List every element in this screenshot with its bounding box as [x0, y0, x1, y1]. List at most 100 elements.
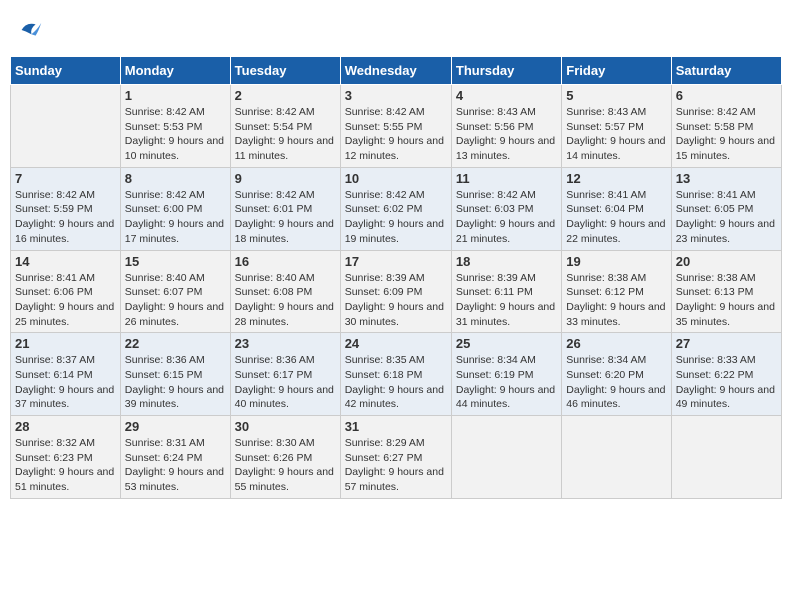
- day-info: Sunrise: 8:30 AMSunset: 6:26 PMDaylight:…: [235, 436, 336, 495]
- header-monday: Monday: [120, 57, 230, 85]
- day-number: 27: [676, 336, 777, 351]
- day-number: 8: [125, 171, 226, 186]
- day-info: Sunrise: 8:36 AMSunset: 6:17 PMDaylight:…: [235, 353, 336, 412]
- day-cell: 29 Sunrise: 8:31 AMSunset: 6:24 PMDayligh…: [120, 416, 230, 499]
- day-number: 23: [235, 336, 336, 351]
- day-number: 10: [345, 171, 447, 186]
- day-info: Sunrise: 8:42 AMSunset: 6:03 PMDaylight:…: [456, 188, 557, 247]
- day-cell: 10 Sunrise: 8:42 AMSunset: 6:02 PMDayligh…: [340, 167, 451, 250]
- day-number: 29: [125, 419, 226, 434]
- day-info: Sunrise: 8:38 AMSunset: 6:13 PMDaylight:…: [676, 271, 777, 330]
- day-number: 19: [566, 254, 666, 269]
- day-cell: 1 Sunrise: 8:42 AMSunset: 5:53 PMDaylight…: [120, 85, 230, 168]
- day-number: 11: [456, 171, 557, 186]
- day-cell: 22 Sunrise: 8:36 AMSunset: 6:15 PMDayligh…: [120, 333, 230, 416]
- header-friday: Friday: [562, 57, 671, 85]
- day-number: 18: [456, 254, 557, 269]
- day-info: Sunrise: 8:38 AMSunset: 6:12 PMDaylight:…: [566, 271, 666, 330]
- day-number: 21: [15, 336, 116, 351]
- day-info: Sunrise: 8:42 AMSunset: 6:00 PMDaylight:…: [125, 188, 226, 247]
- week-row-2: 14Sunrise: 8:41 AMSunset: 6:06 PMDayligh…: [11, 250, 782, 333]
- day-info: Sunrise: 8:29 AMSunset: 6:27 PMDaylight:…: [345, 436, 447, 495]
- day-number: 25: [456, 336, 557, 351]
- day-info: Sunrise: 8:34 AMSunset: 6:19 PMDaylight:…: [456, 353, 557, 412]
- day-cell: 31 Sunrise: 8:29 AMSunset: 6:27 PMDayligh…: [340, 416, 451, 499]
- day-info: Sunrise: 8:41 AMSunset: 6:04 PMDaylight:…: [566, 188, 666, 247]
- day-cell: 30 Sunrise: 8:30 AMSunset: 6:26 PMDayligh…: [230, 416, 340, 499]
- day-cell: 12Sunrise: 8:41 AMSunset: 6:04 PMDayligh…: [562, 167, 671, 250]
- day-cell: 25 Sunrise: 8:34 AMSunset: 6:19 PMDayligh…: [451, 333, 561, 416]
- day-info: Sunrise: 8:39 AMSunset: 6:09 PMDaylight:…: [345, 271, 447, 330]
- day-cell: 28 Sunrise: 8:32 AMSunset: 6:23 PMDayligh…: [11, 416, 121, 499]
- day-info: Sunrise: 8:42 AMSunset: 5:58 PMDaylight:…: [676, 105, 777, 164]
- day-cell: 5 Sunrise: 8:43 AMSunset: 5:57 PMDaylight…: [562, 85, 671, 168]
- day-info: Sunrise: 8:42 AMSunset: 6:02 PMDaylight:…: [345, 188, 447, 247]
- week-row-4: 28 Sunrise: 8:32 AMSunset: 6:23 PMDayligh…: [11, 416, 782, 499]
- day-cell: 2Sunrise: 8:42 AMSunset: 5:54 PMDaylight…: [230, 85, 340, 168]
- day-number: 30: [235, 419, 336, 434]
- day-number: 22: [125, 336, 226, 351]
- day-info: Sunrise: 8:42 AMSunset: 5:55 PMDaylight:…: [345, 105, 447, 164]
- week-row-0: 1 Sunrise: 8:42 AMSunset: 5:53 PMDaylight…: [11, 85, 782, 168]
- calendar-table: SundayMondayTuesdayWednesdayThursdayFrid…: [10, 56, 782, 499]
- day-info: Sunrise: 8:32 AMSunset: 6:23 PMDaylight:…: [15, 436, 116, 495]
- header-saturday: Saturday: [671, 57, 781, 85]
- day-number: 15: [125, 254, 226, 269]
- day-info: Sunrise: 8:36 AMSunset: 6:15 PMDaylight:…: [125, 353, 226, 412]
- day-number: 24: [345, 336, 447, 351]
- day-number: 7: [15, 171, 116, 186]
- day-cell: [11, 85, 121, 168]
- day-info: Sunrise: 8:35 AMSunset: 6:18 PMDaylight:…: [345, 353, 447, 412]
- day-cell: 20 Sunrise: 8:38 AMSunset: 6:13 PMDayligh…: [671, 250, 781, 333]
- day-info: Sunrise: 8:37 AMSunset: 6:14 PMDaylight:…: [15, 353, 116, 412]
- day-number: 4: [456, 88, 557, 103]
- day-info: Sunrise: 8:31 AMSunset: 6:24 PMDaylight:…: [125, 436, 226, 495]
- header-sunday: Sunday: [11, 57, 121, 85]
- day-info: Sunrise: 8:33 AMSunset: 6:22 PMDaylight:…: [676, 353, 777, 412]
- day-number: 28: [15, 419, 116, 434]
- day-number: 5: [566, 88, 666, 103]
- day-cell: 21 Sunrise: 8:37 AMSunset: 6:14 PMDayligh…: [11, 333, 121, 416]
- day-number: 26: [566, 336, 666, 351]
- day-cell: 24 Sunrise: 8:35 AMSunset: 6:18 PMDayligh…: [340, 333, 451, 416]
- day-cell: [562, 416, 671, 499]
- day-info: Sunrise: 8:42 AMSunset: 5:54 PMDaylight:…: [235, 105, 336, 164]
- day-cell: 16 Sunrise: 8:40 AMSunset: 6:08 PMDayligh…: [230, 250, 340, 333]
- day-cell: 14Sunrise: 8:41 AMSunset: 6:06 PMDayligh…: [11, 250, 121, 333]
- day-cell: 26 Sunrise: 8:34 AMSunset: 6:20 PMDayligh…: [562, 333, 671, 416]
- day-info: Sunrise: 8:43 AMSunset: 5:57 PMDaylight:…: [566, 105, 666, 164]
- day-info: Sunrise: 8:42 AMSunset: 5:53 PMDaylight:…: [125, 105, 226, 164]
- day-number: 31: [345, 419, 447, 434]
- day-cell: 15 Sunrise: 8:40 AMSunset: 6:07 PMDayligh…: [120, 250, 230, 333]
- day-number: 6: [676, 88, 777, 103]
- header-thursday: Thursday: [451, 57, 561, 85]
- day-number: 20: [676, 254, 777, 269]
- day-cell: 4 Sunrise: 8:43 AMSunset: 5:56 PMDaylight…: [451, 85, 561, 168]
- day-cell: 19 Sunrise: 8:38 AMSunset: 6:12 PMDayligh…: [562, 250, 671, 333]
- day-info: Sunrise: 8:39 AMSunset: 6:11 PMDaylight:…: [456, 271, 557, 330]
- day-number: 16: [235, 254, 336, 269]
- day-info: Sunrise: 8:41 AMSunset: 6:06 PMDaylight:…: [15, 271, 116, 330]
- day-cell: 6 Sunrise: 8:42 AMSunset: 5:58 PMDaylight…: [671, 85, 781, 168]
- day-cell: 8 Sunrise: 8:42 AMSunset: 6:00 PMDaylight…: [120, 167, 230, 250]
- week-row-3: 21 Sunrise: 8:37 AMSunset: 6:14 PMDayligh…: [11, 333, 782, 416]
- day-info: Sunrise: 8:43 AMSunset: 5:56 PMDaylight:…: [456, 105, 557, 164]
- day-number: 9: [235, 171, 336, 186]
- day-info: Sunrise: 8:40 AMSunset: 6:07 PMDaylight:…: [125, 271, 226, 330]
- day-info: Sunrise: 8:40 AMSunset: 6:08 PMDaylight:…: [235, 271, 336, 330]
- day-number: 1: [125, 88, 226, 103]
- day-info: Sunrise: 8:34 AMSunset: 6:20 PMDaylight:…: [566, 353, 666, 412]
- day-cell: 9 Sunrise: 8:42 AMSunset: 6:01 PMDaylight…: [230, 167, 340, 250]
- day-cell: [671, 416, 781, 499]
- day-cell: [451, 416, 561, 499]
- week-row-1: 7Sunrise: 8:42 AMSunset: 5:59 PMDaylight…: [11, 167, 782, 250]
- day-info: Sunrise: 8:42 AMSunset: 6:01 PMDaylight:…: [235, 188, 336, 247]
- day-cell: 3 Sunrise: 8:42 AMSunset: 5:55 PMDaylight…: [340, 85, 451, 168]
- day-number: 3: [345, 88, 447, 103]
- calendar-header-row: SundayMondayTuesdayWednesdayThursdayFrid…: [11, 57, 782, 85]
- day-cell: 23 Sunrise: 8:36 AMSunset: 6:17 PMDayligh…: [230, 333, 340, 416]
- header-tuesday: Tuesday: [230, 57, 340, 85]
- day-number: 17: [345, 254, 447, 269]
- day-info: Sunrise: 8:41 AMSunset: 6:05 PMDaylight:…: [676, 188, 777, 247]
- page-header: [10, 10, 782, 50]
